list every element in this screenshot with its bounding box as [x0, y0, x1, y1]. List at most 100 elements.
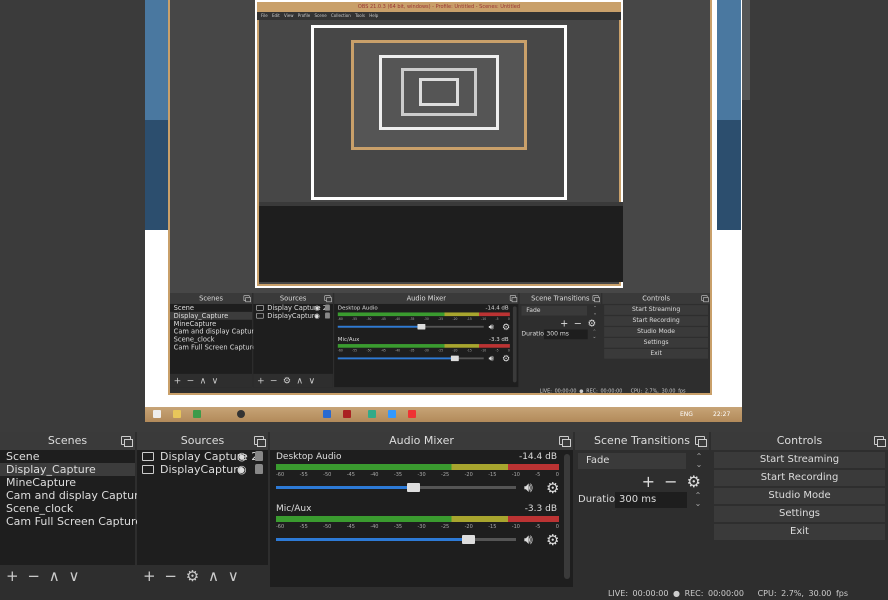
float-icon[interactable]	[592, 295, 600, 303]
scene-item[interactable]: MineCapture	[170, 320, 252, 328]
exit-button[interactable]: Exit	[714, 524, 885, 540]
move-down-button[interactable]: ∨	[228, 567, 239, 585]
float-icon[interactable]	[559, 436, 571, 447]
slider-handle[interactable]	[406, 483, 420, 492]
preview-scrollbar[interactable]	[742, 0, 750, 100]
scene-item-selected[interactable]: Display_Capture	[0, 463, 135, 476]
speaker-icon[interactable]: 🔊︎	[489, 354, 494, 364]
add-transition-button[interactable]: +	[560, 317, 568, 329]
scene-item[interactable]: Cam Full Screen Capture	[0, 515, 142, 528]
source-item[interactable]: Display Capture 2 ◉	[253, 304, 333, 312]
obs-dock: Scenes Scene Display_Capture MineCapture…	[0, 432, 888, 600]
move-down-button[interactable]: ∨	[212, 375, 219, 386]
gear-icon[interactable]: ⚙	[546, 479, 559, 497]
duration-input[interactable]: 300 ms	[615, 492, 687, 508]
scene-item-selected[interactable]: Display_Capture	[170, 311, 253, 320]
lock-icon[interactable]	[325, 304, 330, 311]
duration-input[interactable]: 300 ms	[543, 329, 588, 340]
float-icon[interactable]	[874, 436, 886, 447]
move-up-button[interactable]: ∧	[49, 567, 60, 585]
duration-stepper[interactable]: ⌃ ⌄	[589, 329, 600, 339]
source-item[interactable]: Display Capture 2 ◉	[137, 450, 268, 463]
remove-source-button[interactable]: −	[164, 567, 177, 585]
start-recording-button[interactable]: Start Recording	[604, 316, 709, 326]
remove-scene-button[interactable]: −	[27, 567, 40, 585]
lock-icon[interactable]	[255, 464, 263, 474]
scene-item[interactable]: Cam and display Capture	[0, 489, 145, 502]
mixer-scrollbar[interactable]	[564, 454, 570, 579]
lock-icon[interactable]	[325, 312, 330, 319]
settings-button[interactable]: Settings	[604, 337, 709, 348]
transition-select[interactable]: Fade ⌃ ⌄	[578, 453, 702, 469]
start-recording-button[interactable]: Start Recording	[714, 470, 885, 486]
gear-icon[interactable]: ⚙	[283, 375, 291, 386]
duration-stepper[interactable]: ⌃ ⌄	[689, 492, 707, 508]
gear-icon[interactable]: ⚙	[687, 472, 701, 491]
remove-scene-button[interactable]: −	[187, 375, 195, 386]
gear-icon[interactable]: ⚙	[587, 317, 596, 329]
remove-transition-button[interactable]: −	[574, 317, 582, 329]
start-streaming-button[interactable]: Start Streaming	[714, 452, 885, 468]
move-down-button[interactable]: ∨	[68, 567, 79, 585]
gear-icon[interactable]: ⚙	[502, 322, 510, 333]
scene-item[interactable]: Scene_clock	[170, 336, 252, 344]
move-up-button[interactable]: ∧	[208, 567, 219, 585]
source-item[interactable]: DisplayCapture ◉	[253, 312, 333, 320]
volume-meter	[276, 516, 559, 522]
gear-icon[interactable]: ⚙	[502, 353, 510, 364]
eye-icon[interactable]: ◉	[314, 304, 320, 312]
meter-tick-label: -10	[481, 348, 487, 353]
scene-item[interactable]: Scene	[170, 304, 252, 312]
volume-slider[interactable]	[337, 355, 484, 362]
meter-tick-label: -15	[466, 317, 472, 321]
move-down-button[interactable]: ∨	[308, 375, 315, 386]
speaker-icon[interactable]: 🔊︎	[524, 480, 533, 496]
remove-transition-button[interactable]: −	[664, 472, 677, 491]
volume-slider[interactable]	[337, 324, 484, 330]
studio-mode-button[interactable]: Studio Mode	[604, 327, 709, 337]
slider-handle[interactable]	[462, 535, 475, 544]
scene-item[interactable]: Cam Full Screen Capture	[170, 343, 257, 351]
scene-item[interactable]: Scene_clock	[0, 502, 135, 515]
add-scene-button[interactable]: +	[174, 375, 182, 386]
settings-button[interactable]: Settings	[714, 506, 885, 522]
add-scene-button[interactable]: +	[6, 567, 19, 585]
float-icon[interactable]	[324, 295, 332, 303]
scene-item[interactable]: Cam and display Capture	[170, 328, 259, 336]
meter-tick-label: -55	[299, 472, 308, 478]
mixer-scrollbar[interactable]	[512, 306, 517, 383]
move-up-button[interactable]: ∧	[296, 375, 303, 386]
studio-mode-button[interactable]: Studio Mode	[714, 488, 885, 504]
float-icon[interactable]	[254, 436, 266, 447]
lock-icon[interactable]	[255, 451, 263, 461]
float-icon[interactable]	[243, 295, 251, 303]
float-icon[interactable]	[701, 295, 709, 303]
transition-select[interactable]: Fade ⌃ ⌄	[521, 305, 597, 316]
add-source-button[interactable]: +	[257, 375, 265, 386]
add-source-button[interactable]: +	[143, 567, 156, 585]
volume-slider[interactable]	[276, 483, 516, 492]
speaker-icon[interactable]: 🔊︎	[524, 532, 533, 548]
gear-icon[interactable]: ⚙	[546, 531, 559, 549]
float-icon[interactable]	[509, 295, 518, 303]
meter-tick-label: -30	[417, 472, 426, 478]
meter-tick-label: -45	[380, 317, 386, 321]
volume-slider[interactable]	[276, 535, 516, 544]
move-up-button[interactable]: ∧	[200, 375, 207, 386]
eye-icon[interactable]: ◉	[237, 463, 247, 476]
start-streaming-button[interactable]: Start Streaming	[604, 305, 709, 315]
remove-source-button[interactable]: −	[270, 375, 278, 386]
add-transition-button[interactable]: +	[642, 472, 655, 491]
source-item[interactable]: DisplayCapture ◉	[137, 463, 268, 476]
gear-icon[interactable]: ⚙	[186, 567, 199, 585]
scene-item[interactable]: Scene	[0, 450, 135, 463]
exit-button[interactable]: Exit	[604, 348, 709, 359]
float-icon[interactable]	[695, 436, 707, 447]
float-icon[interactable]	[121, 436, 133, 447]
slider-handle[interactable]	[417, 324, 426, 330]
eye-icon[interactable]: ◉	[237, 450, 247, 463]
slider-handle[interactable]	[450, 355, 459, 362]
eye-icon[interactable]: ◉	[314, 312, 320, 320]
speaker-icon[interactable]: 🔊︎	[489, 322, 494, 332]
scene-item[interactable]: MineCapture	[0, 476, 135, 489]
